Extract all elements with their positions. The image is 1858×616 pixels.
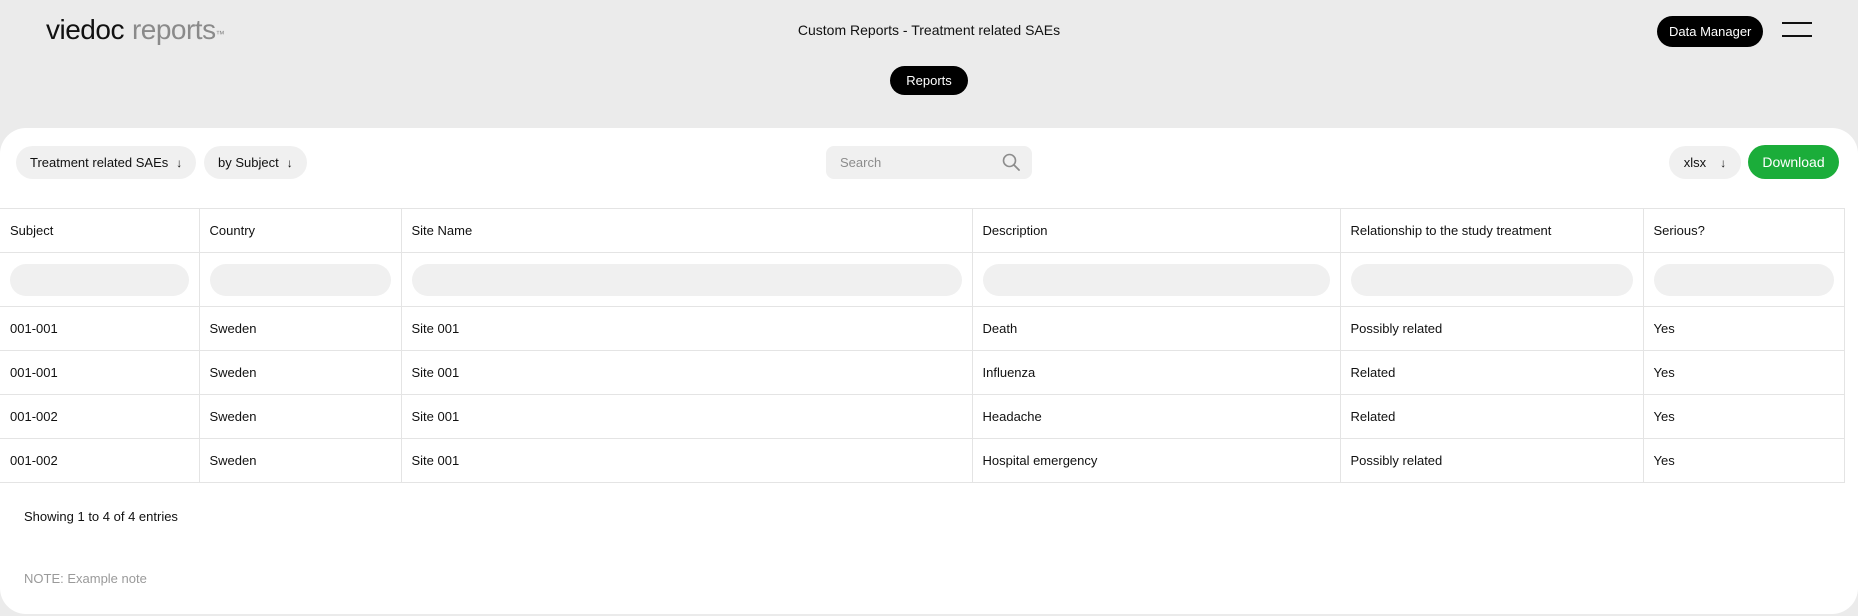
search-icon[interactable] [1002, 153, 1020, 171]
report-select[interactable]: Treatment related SAEs ↓ [16, 146, 197, 179]
table-row: 001-001 Sweden Site 001 Death Possibly r… [0, 306, 1845, 351]
cell-site-name: Site 001 [400, 306, 973, 351]
arrow-down-icon: ↓ [176, 156, 183, 170]
cell-country: Sweden [198, 438, 402, 483]
column-header-relationship[interactable]: Relationship to the study treatment [1339, 208, 1644, 253]
cell-subject: 001-001 [0, 306, 200, 351]
filter-site-name[interactable] [411, 263, 962, 296]
report-panel: Treatment related SAEs ↓ by Subject ↓ xlsx… [0, 128, 1858, 614]
report-select-label: Treatment related SAEs [30, 155, 169, 170]
cell-relationship: Possibly related [1339, 306, 1644, 351]
cell-serious: Yes [1642, 306, 1845, 351]
entries-info: Showing 1 to 4 of 4 entries [24, 509, 178, 524]
report-note: NOTE: Example note [24, 571, 147, 586]
column-header-country[interactable]: Country [198, 208, 402, 253]
filter-serious[interactable] [1653, 263, 1834, 296]
cell-site-name: Site 001 [400, 350, 973, 395]
filter-row [0, 252, 1845, 307]
filter-relationship[interactable] [1350, 263, 1633, 296]
role-button[interactable]: Data Manager [1657, 16, 1764, 47]
table-row: 001-002 Sweden Site 001 Hospital emergen… [0, 438, 1845, 483]
grouping-select-label: by Subject [218, 155, 279, 170]
filter-country[interactable] [209, 263, 391, 296]
format-select[interactable]: xlsx ↓ [1669, 146, 1741, 179]
format-select-label: xlsx [1683, 155, 1707, 170]
cell-description: Headache [971, 394, 1341, 439]
search-box [826, 146, 1032, 179]
grouping-select[interactable]: by Subject ↓ [204, 146, 307, 179]
hamburger-menu-icon[interactable] [1782, 20, 1812, 40]
search-input[interactable] [826, 146, 996, 179]
filter-subject[interactable] [10, 263, 189, 296]
cell-country: Sweden [198, 394, 402, 439]
cell-country: Sweden [198, 350, 402, 395]
cell-relationship: Related [1339, 394, 1644, 439]
column-header-serious[interactable]: Serious? [1642, 208, 1845, 253]
column-header-site-name[interactable]: Site Name [400, 208, 973, 253]
cell-serious: Yes [1642, 438, 1845, 483]
table-header-row: Subject Country Site Name Description Re… [0, 208, 1845, 253]
report-table: Subject Country Site Name Description Re… [0, 208, 1845, 483]
cell-description: Death [971, 306, 1341, 351]
app-header: viedoc reports™ Custom Reports - Treatmen… [0, 0, 1858, 128]
cell-serious: Yes [1642, 350, 1845, 395]
column-header-subject[interactable]: Subject [0, 208, 200, 253]
cell-subject: 001-001 [0, 350, 200, 395]
arrow-down-icon: ↓ [286, 156, 293, 170]
cell-relationship: Related [1339, 350, 1644, 395]
cell-description: Hospital emergency [971, 438, 1341, 483]
cell-subject: 001-002 [0, 394, 200, 439]
page-title: Custom Reports - Treatment related SAEs [797, 22, 1061, 38]
column-header-description[interactable]: Description [971, 208, 1341, 253]
cell-relationship: Possibly related [1339, 438, 1644, 483]
cell-site-name: Site 001 [400, 394, 973, 439]
cell-country: Sweden [198, 306, 402, 351]
table-row: 001-001 Sweden Site 001 Influenza Relate… [0, 350, 1845, 395]
table-row: 001-002 Sweden Site 001 Headache Related… [0, 394, 1845, 439]
cell-subject: 001-002 [0, 438, 200, 483]
download-button[interactable]: Download [1748, 145, 1839, 179]
arrow-down-icon: ↓ [1720, 156, 1727, 170]
cell-description: Influenza [971, 350, 1341, 395]
reports-nav-pill[interactable]: Reports [890, 66, 968, 95]
filter-description[interactable] [982, 263, 1330, 296]
cell-serious: Yes [1642, 394, 1845, 439]
cell-site-name: Site 001 [400, 438, 973, 483]
